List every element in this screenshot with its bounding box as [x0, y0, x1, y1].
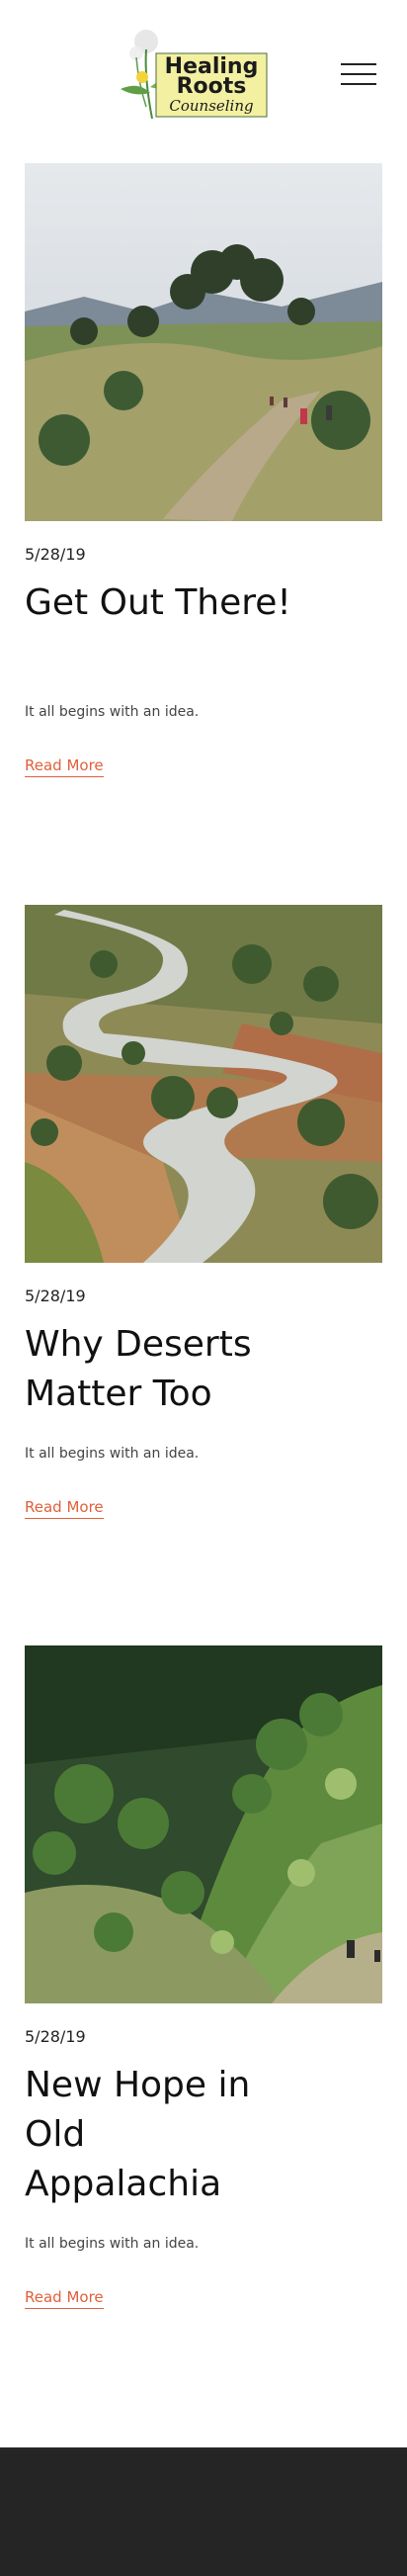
- read-more-link[interactable]: Read More: [25, 756, 104, 777]
- healing-roots-logo-icon: Healing Roots Counseling: [121, 30, 268, 120]
- site-footer: [0, 2447, 407, 2576]
- post-date: 5/28/19: [25, 2027, 86, 2046]
- site-logo[interactable]: Healing Roots Counseling: [111, 28, 277, 123]
- logo-line-2: Roots: [177, 74, 247, 99]
- hamburger-menu-icon[interactable]: [341, 63, 376, 87]
- post-image[interactable]: [25, 1645, 382, 2003]
- blog-post: 5/28/19 Get Out There! It all begins wit…: [25, 163, 382, 786]
- post-image[interactable]: [25, 905, 382, 1263]
- logo-line-3: Counseling: [169, 97, 253, 115]
- post-date: 5/28/19: [25, 1287, 86, 1305]
- blog-post: 5/28/19 Why Deserts Matter Too It all be…: [25, 905, 382, 1528]
- post-excerpt: It all begins with an idea.: [25, 1446, 200, 1462]
- post-title[interactable]: New Hope in Old Appalachia: [25, 2061, 291, 2209]
- read-more-link[interactable]: Read More: [25, 2288, 104, 2309]
- blog-post: 5/28/19 New Hope in Old Appalachia It al…: [25, 1645, 382, 2318]
- post-title[interactable]: Why Deserts Matter Too: [25, 1320, 291, 1419]
- post-title[interactable]: Get Out There!: [25, 578, 291, 628]
- post-date: 5/28/19: [25, 545, 86, 564]
- post-image[interactable]: [25, 163, 382, 521]
- site-header: Healing Roots Counseling: [0, 0, 407, 138]
- read-more-link[interactable]: Read More: [25, 1498, 104, 1519]
- post-excerpt: It all begins with an idea.: [25, 704, 200, 720]
- post-excerpt: It all begins with an idea.: [25, 2236, 200, 2252]
